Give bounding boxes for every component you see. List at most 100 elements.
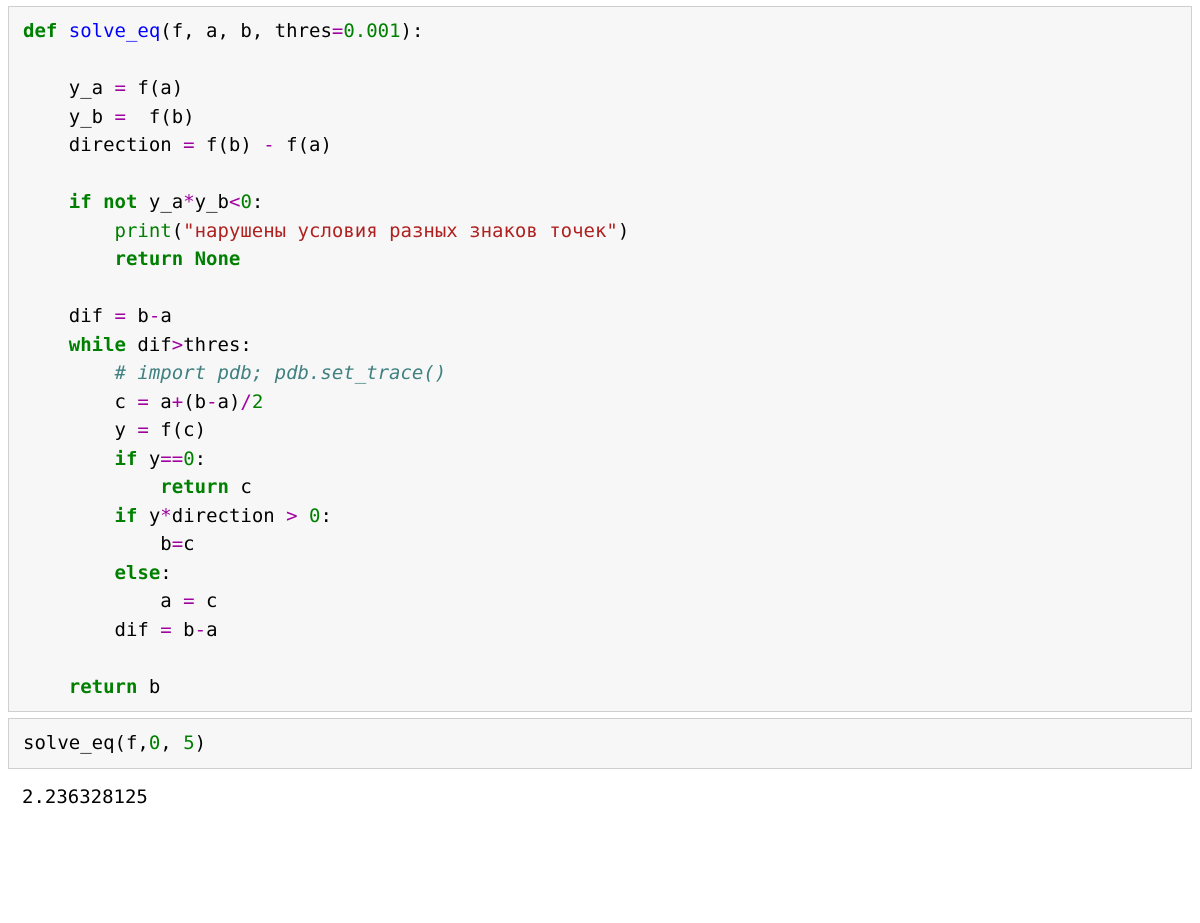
keyword-while: while (69, 334, 126, 356)
keyword-return: return (115, 248, 184, 270)
paren: ( (172, 220, 183, 242)
code: a) (218, 391, 241, 413)
op-minus: - (206, 391, 217, 413)
code: a (149, 391, 172, 413)
number: 0 (240, 191, 251, 213)
op-lt: < (229, 191, 240, 213)
colon: : (252, 191, 263, 213)
code: b (137, 676, 160, 698)
code: y (23, 419, 137, 441)
colon: : (321, 505, 332, 527)
indent (23, 676, 69, 698)
keyword-if: if (69, 191, 92, 213)
params: (f, a, b, thres (160, 20, 332, 42)
code: b (23, 533, 172, 555)
op-assign: = (137, 391, 148, 413)
code: f(a) (275, 134, 332, 156)
code-cell-1: def solve_eq(f, a, b, thres=0.001): y_a … (8, 6, 1192, 712)
paren: ) (195, 732, 206, 754)
number: 0 (183, 448, 194, 470)
op-minus: - (263, 134, 274, 156)
code: dif (23, 305, 115, 327)
keyword-not: not (103, 191, 137, 213)
code: y_a (23, 77, 115, 99)
keyword-def: def (23, 20, 57, 42)
code: a (206, 619, 217, 641)
string: "нарушены условия разных знаков точек" (183, 220, 618, 242)
code: y_a (137, 191, 183, 213)
code: c (183, 533, 194, 555)
code: solve_eq(f, (23, 732, 149, 754)
op-div: / (240, 391, 251, 413)
indent (23, 448, 115, 470)
code: y (137, 448, 160, 470)
keyword-return: return (160, 476, 229, 498)
op-gt: > (286, 505, 297, 527)
function-name: solve_eq (69, 20, 161, 42)
comment: # import pdb; pdb.set_trace() (115, 362, 447, 384)
op-assign: = (172, 533, 183, 555)
code: (b (183, 391, 206, 413)
op-minus: - (149, 305, 160, 327)
code: y_b (23, 106, 115, 128)
code: y (137, 505, 160, 527)
code: c (229, 476, 252, 498)
number: 2 (252, 391, 263, 413)
op-star: * (183, 191, 194, 213)
number: 0.001 (343, 20, 400, 42)
code: f(b) (195, 134, 264, 156)
op-assign: = (137, 419, 148, 441)
indent (23, 562, 115, 584)
op-assign: = (183, 134, 194, 156)
code: b (126, 305, 149, 327)
code: y_b (195, 191, 229, 213)
op-assign: = (183, 590, 194, 612)
keyword-if: if (115, 448, 138, 470)
indent (23, 248, 115, 270)
code: direction (23, 134, 183, 156)
code: f(b) (126, 106, 195, 128)
op-assign: = (160, 619, 171, 641)
paren-close: ): (401, 20, 424, 42)
code: direction (172, 505, 286, 527)
number: 0 (149, 732, 160, 754)
indent (23, 505, 115, 527)
paren: ) (618, 220, 629, 242)
code: a (160, 305, 171, 327)
op-assign: = (332, 20, 343, 42)
op-gt: > (172, 334, 183, 356)
indent (23, 334, 69, 356)
op-eqeq: == (160, 448, 183, 470)
op-assign: = (115, 305, 126, 327)
code: c (195, 590, 218, 612)
number: 5 (183, 732, 194, 754)
op-star: * (160, 505, 171, 527)
code: f(c) (149, 419, 206, 441)
code: f(a) (126, 77, 183, 99)
code: c (23, 391, 137, 413)
colon: : (195, 448, 206, 470)
indent (23, 191, 69, 213)
keyword-if: if (115, 505, 138, 527)
colon: : (160, 562, 171, 584)
keyword-return: return (69, 676, 138, 698)
comma: , (160, 732, 183, 754)
output-text: 2.236328125 (8, 775, 1192, 820)
code: b (172, 619, 195, 641)
builtin-print: print (115, 220, 172, 242)
keyword-else: else (115, 562, 161, 584)
constant-none: None (195, 248, 241, 270)
code: a (23, 590, 183, 612)
op-assign: = (115, 106, 126, 128)
code: dif (23, 619, 160, 641)
indent (23, 220, 115, 242)
number: 0 (309, 505, 320, 527)
code: thres: (183, 334, 252, 356)
indent (23, 362, 115, 384)
code: dif (126, 334, 172, 356)
code-cell-2: solve_eq(f,0, 5) (8, 718, 1192, 769)
indent (23, 476, 160, 498)
op-minus: - (195, 619, 206, 641)
op-plus: + (172, 391, 183, 413)
op-assign: = (115, 77, 126, 99)
